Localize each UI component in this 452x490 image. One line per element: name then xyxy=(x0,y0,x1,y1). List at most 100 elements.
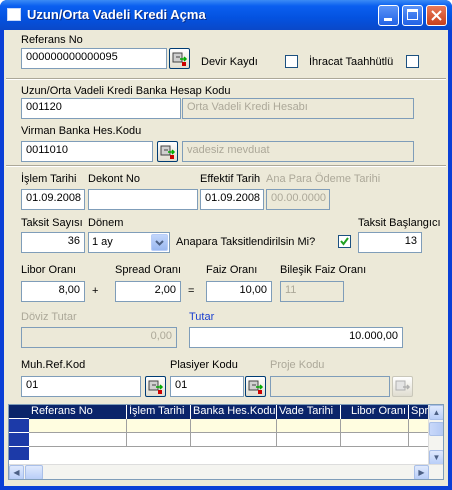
taksit-baslangici-label: Taksit Başlangıcı xyxy=(358,217,441,229)
horizontal-scrollbar[interactable]: ◀ ▶ xyxy=(9,464,443,479)
libor-label: Libor Oranı xyxy=(21,264,77,276)
tutar-label: Tutar xyxy=(189,311,215,323)
dekont-label: Dekont No xyxy=(88,173,140,185)
spread-label: Spread Oranı xyxy=(115,264,182,276)
table-cell[interactable] xyxy=(341,419,409,433)
doviz-label: Döviz Tutar xyxy=(21,311,77,323)
window: Uzun/Orta Vadeli Kredi Açma Referans No … xyxy=(0,0,452,490)
table-cell[interactable] xyxy=(409,419,429,433)
donem-value: 1 ay xyxy=(92,236,113,248)
lookup-icon xyxy=(248,380,264,394)
plasiyer-lookup-button[interactable] xyxy=(245,376,266,397)
libor-input[interactable]: 8,00 xyxy=(21,281,85,302)
title-bar[interactable]: Uzun/Orta Vadeli Kredi Açma xyxy=(0,0,452,30)
bilesik-input: 11 xyxy=(280,281,344,302)
divider xyxy=(6,78,446,80)
referans-label: Referans No xyxy=(21,34,83,46)
banka-hesap-input[interactable]: 001120 xyxy=(21,98,181,119)
grid-header-vade-tarihi[interactable]: Vade Tarihi xyxy=(277,405,341,419)
row-indicator[interactable] xyxy=(9,419,29,433)
muh-ref-lookup-button[interactable] xyxy=(145,376,166,397)
window-icon xyxy=(7,8,21,21)
scroll-right-icon[interactable]: ▶ xyxy=(414,465,429,479)
maximize-icon xyxy=(407,9,418,20)
islem-tarihi-label: İşlem Tarihi xyxy=(21,173,77,185)
grid-corner xyxy=(9,405,29,419)
plasiyer-label: Plasiyer Kodu xyxy=(170,359,238,371)
tutar-input[interactable]: 10.000,00 xyxy=(189,327,403,348)
scroll-thumb[interactable] xyxy=(429,422,443,436)
banka-hesap-label: Uzun/Orta Vadeli Kredi Banka Hesap Kodu xyxy=(21,85,231,97)
table-cell[interactable] xyxy=(277,433,341,447)
anapara-taksit-label: Anapara Taksitlendirilsin Mi? xyxy=(176,236,316,248)
taksit-sayisi-input[interactable]: 36 xyxy=(21,232,85,253)
bilesik-label: Bileşik Faiz Oranı xyxy=(280,264,367,276)
ihracat-label: İhracat Taahhütlü xyxy=(309,56,394,68)
faiz-input[interactable]: 10,00 xyxy=(206,281,272,302)
grid-header-libor[interactable]: Libor Oranı xyxy=(341,405,409,419)
referans-input[interactable]: 000000000000095 xyxy=(21,48,167,69)
maximize-button[interactable] xyxy=(402,5,423,26)
grid-header-spread[interactable]: Spre xyxy=(409,405,429,419)
table-cell[interactable] xyxy=(341,433,409,447)
vertical-scrollbar[interactable]: ▲ ▼ xyxy=(428,405,443,465)
scroll-up-icon[interactable]: ▲ xyxy=(429,405,443,420)
effektif-input[interactable]: 01.09.2008 xyxy=(200,189,264,210)
devir-checkbox[interactable] xyxy=(285,55,298,68)
referans-lookup-button[interactable] xyxy=(169,48,190,69)
effektif-label: Effektif Tarih xyxy=(200,173,261,185)
grid-header-referans[interactable]: Referans No xyxy=(29,405,127,419)
checkmark-icon xyxy=(340,237,349,246)
scroll-left-icon[interactable]: ◀ xyxy=(9,465,24,479)
dekont-input[interactable] xyxy=(88,189,198,210)
table-cell[interactable] xyxy=(127,419,191,433)
virman-input[interactable]: 0011010 xyxy=(21,141,153,162)
table-cell[interactable] xyxy=(191,433,277,447)
row-indicator[interactable] xyxy=(9,447,29,461)
close-button[interactable] xyxy=(426,5,447,26)
table-cell[interactable] xyxy=(29,433,127,447)
scroll-thumb[interactable] xyxy=(25,465,43,479)
chevron-down-icon[interactable] xyxy=(151,234,168,251)
doviz-input: 0,00 xyxy=(21,327,177,348)
islem-tarihi-input[interactable]: 01.09.2008 xyxy=(21,189,85,210)
lookup-icon xyxy=(395,380,411,391)
table-cell[interactable] xyxy=(409,433,429,447)
proje-input xyxy=(270,376,390,397)
grid-header-islem-tarihi[interactable]: İşlem Tarihi xyxy=(127,405,191,419)
taksit-sayisi-label: Taksit Sayısı xyxy=(21,217,83,229)
table-cell[interactable] xyxy=(277,419,341,433)
table-cell[interactable] xyxy=(29,419,127,433)
banka-hesap-desc: Orta Vadeli Kredi Hesabı xyxy=(182,98,414,119)
taksit-baslangici-input[interactable]: 13 xyxy=(358,232,422,253)
faiz-label: Faiz Oranı xyxy=(206,264,258,276)
muh-ref-label: Muh.Ref.Kod xyxy=(21,359,86,371)
scroll-down-icon[interactable]: ▼ xyxy=(429,450,443,465)
ana-para-input: 00.00.0000 xyxy=(266,189,330,210)
muh-ref-input[interactable]: 01 xyxy=(21,376,141,397)
devir-label: Devir Kaydı xyxy=(201,56,258,68)
virman-lookup-button[interactable] xyxy=(157,141,178,162)
lookup-icon xyxy=(148,380,164,394)
minimize-button[interactable] xyxy=(378,5,399,26)
table-cell[interactable] xyxy=(127,433,191,447)
proje-lookup-button xyxy=(392,376,413,397)
proje-label: Proje Kodu xyxy=(270,359,325,371)
table-cell[interactable] xyxy=(191,419,277,433)
divider xyxy=(6,165,446,167)
minimize-icon xyxy=(384,18,392,21)
kredi-grid[interactable]: Referans No İşlem Tarihi Banka Hes.Kodu … xyxy=(8,404,444,480)
row-indicator[interactable] xyxy=(9,433,29,447)
donem-select[interactable]: 1 ay xyxy=(88,232,170,253)
equals-sign: = xyxy=(188,285,195,297)
ihracat-checkbox[interactable] xyxy=(406,55,419,68)
spread-input[interactable]: 2,00 xyxy=(115,281,181,302)
grid-header-banka-hes[interactable]: Banka Hes.Kodu xyxy=(191,405,277,419)
anapara-taksit-checkbox[interactable] xyxy=(338,235,351,248)
window-title: Uzun/Orta Vadeli Kredi Açma xyxy=(27,7,206,22)
plus-sign: + xyxy=(92,285,99,297)
form-body: Referans No 000000000000095 Devir Kaydı … xyxy=(4,30,448,486)
virman-label: Virman Banka Hes.Kodu xyxy=(21,125,142,137)
donem-label: Dönem xyxy=(88,217,124,229)
plasiyer-input[interactable]: 01 xyxy=(170,376,244,397)
